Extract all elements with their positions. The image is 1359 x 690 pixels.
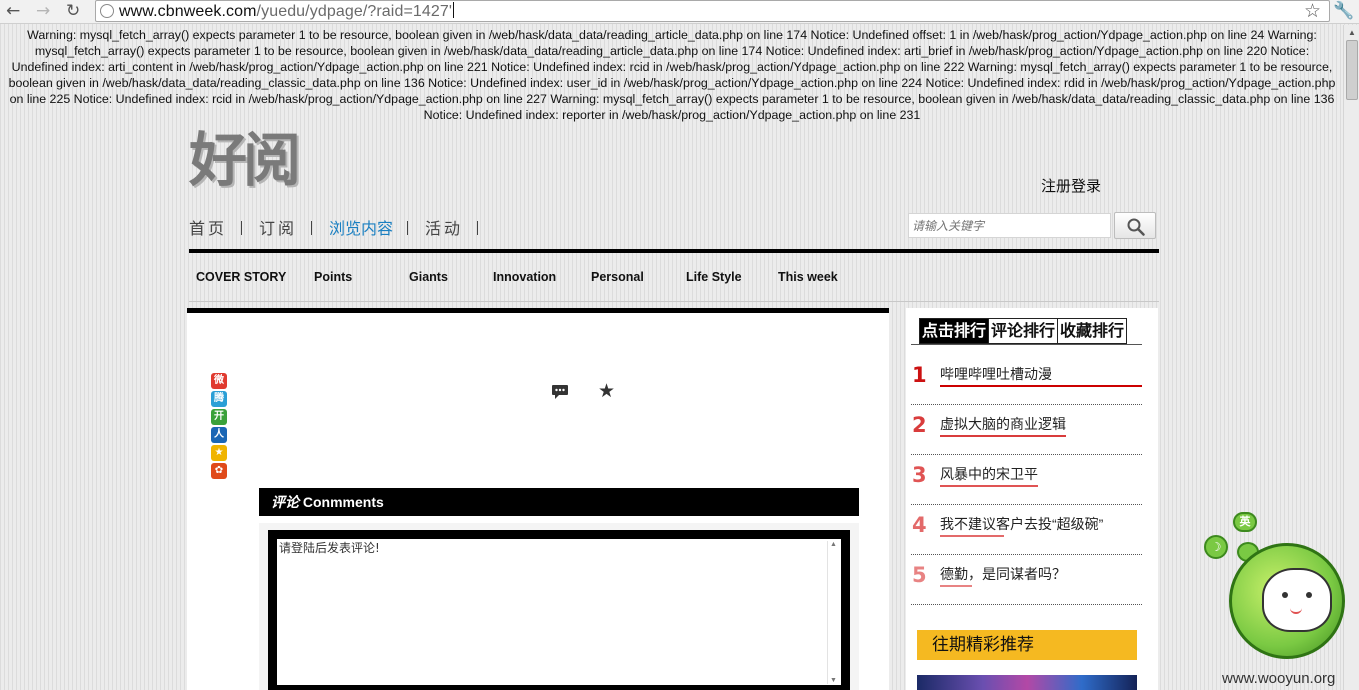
nav-separator [477, 221, 479, 235]
category-personal[interactable]: Personal [591, 270, 644, 284]
textarea-scrollbar[interactable]: ▲ ▼ [827, 541, 839, 684]
renren-icon[interactable]: 人 [211, 427, 227, 443]
address-bar[interactable]: www.cbnweek.com/yuedu/ydpage/?raid=1427'… [95, 0, 1330, 22]
rank-number: 2 [912, 413, 927, 437]
watermark-text: www.wooyun.org [1222, 670, 1336, 687]
back-arrow-icon[interactable]: ← [6, 1, 20, 21]
weibo-icon[interactable]: 微 [211, 373, 227, 389]
past-highlights-header: 往期精彩推荐 [917, 630, 1137, 660]
tab-underline [911, 344, 1142, 345]
search-input[interactable] [908, 213, 1111, 238]
mascot-eye [1282, 592, 1288, 598]
moon-icon[interactable]: ☽ [1204, 535, 1228, 559]
main-nav: 首页 订阅 浏览内容 活动 [189, 220, 495, 240]
scroll-thumb[interactable] [1346, 40, 1358, 100]
nav-browse[interactable]: 浏览内容 [329, 220, 393, 240]
rank-title-link[interactable]: 德勤，是同谋者吗？ [940, 565, 1066, 587]
ranking-tabs: 点击排行 评论排行 收藏排行 [919, 318, 1128, 344]
comments-header-en: Conmments [299, 494, 384, 510]
search-icon [1127, 218, 1145, 236]
category-this-week[interactable]: This week [778, 270, 838, 284]
register-login-link[interactable]: 注册登录 [1041, 178, 1101, 196]
forward-arrow-icon[interactable]: → [36, 1, 50, 21]
rank-title-link[interactable]: 我不建议客户去投“超级碗” [940, 515, 1103, 537]
scroll-up-arrow-icon[interactable]: ▲ [1348, 28, 1356, 37]
site-logo[interactable]: 好阅 [189, 128, 301, 192]
mascot-mouth [1290, 606, 1302, 614]
tab-favorite-ranking[interactable]: 收藏排行 [1057, 319, 1126, 343]
kaixin-icon[interactable]: 开 [211, 409, 227, 425]
comment-frame: 请登陆后发表评论! ▲ ▼ [259, 523, 859, 690]
mascot-face [1262, 568, 1332, 632]
rank-number: 5 [912, 563, 927, 587]
article-panel: 微 腾 开 人 ★ ✿ ★ 评论 Conmments 请登陆后发表评论! ▲ ▼ [187, 308, 889, 690]
page-info-icon[interactable] [100, 4, 114, 18]
nav-separator [241, 221, 243, 235]
category-cover-story[interactable]: COVER STORY [196, 270, 286, 284]
php-warning-text: Warning: mysql_fetch_array() expects par… [8, 28, 1336, 122]
url-text: www.cbnweek.com/yuedu/ydpage/?raid=1427' [119, 2, 455, 21]
ranking-item[interactable]: 4 我不建议客户去投“超级碗” [911, 505, 1142, 555]
mascot-cat-icon[interactable] [1229, 543, 1345, 659]
url-path: /yuedu/ydpage/?raid=1427' [256, 3, 453, 20]
nav-activity[interactable]: 活动 [425, 220, 463, 240]
search-button[interactable] [1114, 212, 1156, 239]
bookmark-star-icon[interactable]: ☆ [1304, 0, 1321, 22]
comments-header-cn: 评论 [271, 495, 299, 511]
qzone-icon[interactable]: ★ [211, 445, 227, 461]
rank-title-link[interactable]: 风暴中的宋卫平 [940, 465, 1038, 487]
browser-toolbar: ← → ↻ www.cbnweek.com/yuedu/ydpage/?raid… [0, 0, 1359, 24]
scroll-down-arrow-icon[interactable]: ▼ [830, 677, 837, 684]
nav-home[interactable]: 首页 [189, 220, 227, 240]
category-nav: COVER STORY Points Giants Innovation Per… [189, 253, 1159, 302]
rank-title-link[interactable]: 虚拟大脑的商业逻辑 [940, 415, 1066, 437]
nav-subscribe[interactable]: 订阅 [259, 220, 297, 240]
ranking-item[interactable]: 1 哔哩哔哩吐槽动漫 [911, 355, 1142, 405]
comment-placeholder: 请登陆后发表评论! [279, 541, 380, 555]
tab-click-ranking[interactable]: 点击排行 [920, 319, 989, 343]
comment-bubble-icon[interactable] [551, 384, 569, 400]
reload-icon[interactable]: ↻ [66, 1, 80, 21]
tab-comment-ranking[interactable]: 评论排行 [988, 319, 1057, 343]
past-highlights-thumbnail[interactable] [917, 675, 1137, 690]
ranking-sidebar: 点击排行 评论排行 收藏排行 1 哔哩哔哩吐槽动漫 2 虚拟大脑的商业逻辑 3 … [906, 308, 1158, 690]
mascot-eye [1306, 592, 1312, 598]
rank-number: 1 [912, 363, 927, 387]
ranking-item[interactable]: 2 虚拟大脑的商业逻辑 [911, 405, 1142, 455]
nav-separator [311, 221, 313, 235]
ranking-item[interactable]: 3 风暴中的宋卫平 [911, 455, 1142, 505]
tencent-weibo-icon[interactable]: 腾 [211, 391, 227, 407]
category-points[interactable]: Points [314, 270, 352, 284]
ime-language-badge[interactable]: 英 [1233, 512, 1257, 532]
rank-number: 3 [912, 463, 927, 487]
ranking-item[interactable]: 5 德勤，是同谋者吗？ [911, 555, 1142, 605]
rank-title-link[interactable]: 哔哩哔哩吐槽动漫 [940, 365, 1142, 387]
category-giants[interactable]: Giants [409, 270, 448, 284]
category-life-style[interactable]: Life Style [686, 270, 742, 284]
url-host: www.cbnweek.com [119, 3, 257, 20]
category-innovation[interactable]: Innovation [493, 270, 556, 284]
wrench-icon[interactable]: 🔧 [1333, 1, 1354, 21]
comments-header: 评论 Conmments [259, 488, 859, 516]
scroll-up-arrow-icon[interactable]: ▲ [830, 541, 837, 548]
comment-textarea[interactable]: 请登陆后发表评论! ▲ ▼ [268, 530, 850, 690]
nav-separator [407, 221, 409, 235]
favorite-star-icon[interactable]: ★ [598, 380, 615, 402]
text-caret [453, 2, 455, 18]
page-scrollbar[interactable]: ▲ [1343, 25, 1359, 690]
rank-number: 4 [912, 513, 927, 537]
favorite-share-icon[interactable]: ✿ [211, 463, 227, 479]
